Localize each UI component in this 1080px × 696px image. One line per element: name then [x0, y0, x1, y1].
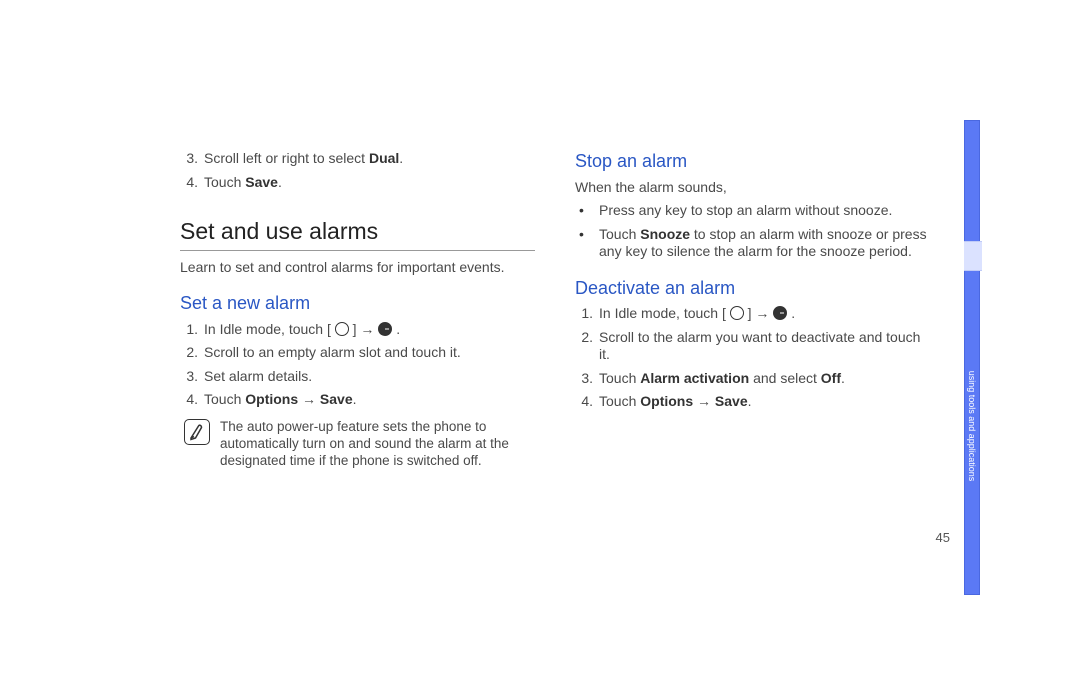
set-new-alarm-steps: 1.In Idle mode, touch [ ] → .2.Scroll to…	[180, 321, 535, 409]
step-text: Touch Options → Save.	[204, 391, 357, 407]
deactivate-alarm-steps: 1.In Idle mode, touch [ ] → .2.Scroll to…	[575, 305, 930, 411]
step-number: 1.	[180, 321, 198, 339]
numbered-step: 3.Set alarm details.	[198, 368, 535, 386]
alarm-clock-icon	[773, 306, 787, 320]
stop-alarm-intro: When the alarm sounds,	[575, 179, 930, 197]
step-number: 4.	[180, 391, 198, 409]
bullet-text: Press any key to stop an alarm without s…	[599, 202, 892, 218]
alarm-clock-icon	[378, 322, 392, 336]
bullet-item: Touch Snooze to stop an alarm with snooz…	[593, 226, 930, 261]
right-column: Stop an alarm When the alarm sounds, Pre…	[575, 150, 930, 469]
step-number: 3.	[180, 368, 198, 386]
menu-icon	[730, 306, 744, 320]
step-text: In Idle mode, touch [ ] → .	[204, 321, 400, 337]
numbered-step: 3.Touch Alarm activation and select Off.	[593, 370, 930, 388]
note-text: The auto power-up feature sets the phone…	[220, 419, 535, 470]
numbered-step: 1.In Idle mode, touch [ ] → .	[593, 305, 930, 323]
step-text: In Idle mode, touch [ ] → .	[599, 305, 795, 321]
subsection-heading-deactivate-alarm: Deactivate an alarm	[575, 277, 930, 300]
step-number: 3.	[180, 150, 198, 168]
step-number: 2.	[575, 329, 593, 347]
step-text: Set alarm details.	[204, 368, 312, 384]
left-column: 3.Scroll left or right to select Dual.4.…	[180, 150, 535, 469]
pre-steps-list: 3.Scroll left or right to select Dual.4.…	[180, 150, 535, 191]
bullet-text: Touch Snooze to stop an alarm with snooz…	[599, 226, 927, 260]
numbered-step: 4.Touch Options → Save.	[198, 391, 535, 409]
stop-alarm-bullets: Press any key to stop an alarm without s…	[575, 202, 930, 261]
two-column-layout: 3.Scroll left or right to select Dual.4.…	[180, 150, 960, 469]
step-text: Scroll left or right to select Dual.	[204, 150, 403, 166]
note-icon	[184, 419, 210, 445]
chapter-tab: using tools and applications	[964, 120, 980, 595]
step-number: 4.	[180, 174, 198, 192]
numbered-step: 1.In Idle mode, touch [ ] → .	[198, 321, 535, 339]
page-number: 45	[936, 530, 950, 545]
numbered-step: 2.Scroll to an empty alarm slot and touc…	[198, 344, 535, 362]
bullet-item: Press any key to stop an alarm without s…	[593, 202, 930, 220]
numbered-step: 4.Touch Save.	[198, 174, 535, 192]
step-text: Touch Save.	[204, 174, 282, 190]
subsection-heading-set-new-alarm: Set a new alarm	[180, 292, 535, 315]
step-number: 4.	[575, 393, 593, 411]
numbered-step: 3.Scroll left or right to select Dual.	[198, 150, 535, 168]
step-text: Scroll to an empty alarm slot and touch …	[204, 344, 461, 360]
numbered-step: 4.Touch Options → Save.	[593, 393, 930, 411]
chapter-tab-notch	[964, 241, 982, 271]
numbered-step: 2.Scroll to the alarm you want to deacti…	[593, 329, 930, 364]
step-text: Touch Options → Save.	[599, 393, 752, 409]
step-number: 1.	[575, 305, 593, 323]
step-number: 3.	[575, 370, 593, 388]
section-intro: Learn to set and control alarms for impo…	[180, 259, 535, 277]
manual-page: 3.Scroll left or right to select Dual.4.…	[0, 0, 1080, 696]
chapter-tab-label: using tools and applications	[967, 371, 977, 482]
section-heading: Set and use alarms	[180, 217, 535, 251]
menu-icon	[335, 322, 349, 336]
note-block: The auto power-up feature sets the phone…	[184, 419, 535, 470]
subsection-heading-stop-alarm: Stop an alarm	[575, 150, 930, 173]
step-text: Touch Alarm activation and select Off.	[599, 370, 845, 386]
step-number: 2.	[180, 344, 198, 362]
step-text: Scroll to the alarm you want to deactiva…	[599, 329, 920, 363]
